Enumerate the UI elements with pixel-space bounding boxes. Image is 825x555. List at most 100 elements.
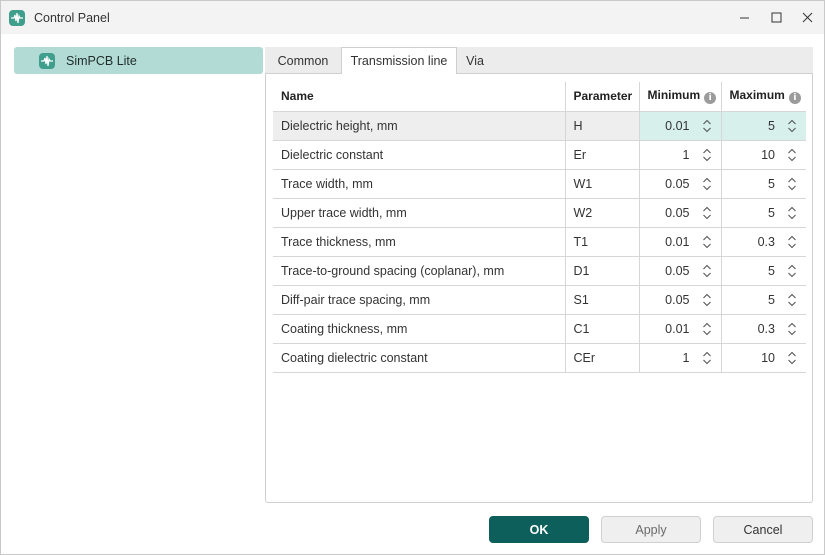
minimum-spinbox[interactable]: 0.01	[638, 227, 721, 257]
maximum-value: 0.3	[757, 321, 775, 336]
spinner-arrows-icon[interactable]	[702, 293, 712, 307]
table-row[interactable]: Trace-to-ground spacing (coplanar), mm D1…	[273, 256, 806, 286]
apply-button[interactable]: Apply	[601, 516, 701, 543]
maximum-spinbox[interactable]: 5	[720, 169, 806, 199]
minimum-value: 1	[682, 350, 690, 365]
table-row[interactable]: Upper trace width, mm W2 0.05 5	[273, 198, 806, 228]
minimum-spinbox[interactable]: 0.01	[638, 314, 721, 344]
window-title: Control Panel	[34, 11, 110, 25]
spinner-arrows-icon[interactable]	[702, 206, 712, 220]
cancel-button[interactable]: Cancel	[713, 516, 813, 543]
spinner-arrows-icon[interactable]	[702, 177, 712, 191]
ok-button[interactable]: OK	[489, 516, 589, 543]
minimize-button[interactable]	[728, 1, 760, 34]
column-header-name[interactable]: Name	[273, 82, 565, 112]
spinner-arrows-icon[interactable]	[787, 351, 797, 365]
minimum-value: 0.01	[665, 118, 690, 133]
cell-parameter: C1	[564, 314, 639, 344]
maximum-spinbox[interactable]: 5	[720, 111, 806, 141]
cell-name: Trace width, mm	[273, 169, 565, 199]
spinner-arrows-icon[interactable]	[787, 119, 797, 133]
cell-name: Coating thickness, mm	[273, 314, 565, 344]
cell-parameter: H	[564, 111, 639, 141]
maximum-spinbox[interactable]: 10	[720, 140, 806, 170]
info-icon[interactable]: i	[788, 92, 801, 105]
minimum-spinbox[interactable]: 1	[638, 343, 721, 373]
spinner-arrows-icon[interactable]	[702, 148, 712, 162]
cell-name: Trace thickness, mm	[273, 227, 565, 257]
spinner-arrows-icon[interactable]	[787, 177, 797, 191]
sidebar-item-label: SimPCB Lite	[66, 54, 137, 68]
maximum-value: 5	[768, 263, 775, 278]
title-bar: Control Panel	[1, 1, 824, 34]
minimum-spinbox[interactable]: 0.05	[638, 256, 721, 286]
minimum-spinbox[interactable]: 0.05	[638, 285, 721, 315]
cell-parameter: S1	[564, 285, 639, 315]
column-header-parameter[interactable]: Parameter	[564, 82, 639, 112]
cell-name: Dielectric height, mm	[273, 111, 565, 141]
spinner-arrows-icon[interactable]	[787, 148, 797, 162]
cell-parameter: T1	[564, 227, 639, 257]
cell-name: Trace-to-ground spacing (coplanar), mm	[273, 256, 565, 286]
cell-name: Coating dielectric constant	[273, 343, 565, 373]
maximize-button[interactable]	[760, 1, 792, 34]
table-row[interactable]: Diff-pair trace spacing, mm S1 0.05 5	[273, 285, 806, 315]
cell-parameter: CEr	[564, 343, 639, 373]
spinner-arrows-icon[interactable]	[787, 264, 797, 278]
minimum-value: 1	[682, 147, 690, 162]
sidebar-item-simpcb-lite[interactable]: SimPCB Lite	[14, 47, 263, 74]
table-row[interactable]: Trace thickness, mm T1 0.01 0.3	[273, 227, 806, 257]
spinner-arrows-icon[interactable]	[702, 322, 712, 336]
minimize-icon	[739, 17, 749, 19]
parameters-table: Name Parameter Minimum i Maximum i Dielect…	[273, 82, 806, 373]
spinner-arrows-icon[interactable]	[787, 322, 797, 336]
table-row[interactable]: Coating thickness, mm C1 0.01 0.3	[273, 314, 806, 344]
cell-parameter: Er	[564, 140, 639, 170]
maximum-spinbox[interactable]: 0.3	[720, 227, 806, 257]
table-row[interactable]: Dielectric height, mm H 0.01 5	[273, 111, 806, 141]
spinner-arrows-icon[interactable]	[702, 264, 712, 278]
tab-transmission-line[interactable]: Transmission line	[341, 47, 457, 75]
maximum-value: 10	[761, 147, 775, 162]
header-parameter-label: Parameter	[573, 89, 633, 104]
tab-bar: Common Transmission line Via	[265, 47, 813, 75]
maximum-spinbox[interactable]: 5	[720, 285, 806, 315]
spinner-arrows-icon[interactable]	[787, 235, 797, 249]
minimum-spinbox[interactable]: 0.05	[638, 198, 721, 228]
maximum-spinbox[interactable]: 10	[720, 343, 806, 373]
column-header-maximum[interactable]: Maximum i	[720, 82, 806, 112]
minimum-value: 0.01	[665, 234, 690, 249]
control-panel-window: Control Panel SimPCB Lite Common Transmi…	[0, 0, 825, 555]
maximum-spinbox[interactable]: 5	[720, 256, 806, 286]
transmission-line-panel: Name Parameter Minimum i Maximum i Dielect…	[265, 74, 813, 503]
cell-parameter: W2	[564, 198, 639, 228]
maximum-value: 0.3	[757, 234, 775, 249]
column-header-minimum[interactable]: Minimum i	[638, 82, 721, 112]
tab-common[interactable]: Common	[265, 47, 341, 74]
info-icon[interactable]: i	[704, 92, 717, 105]
spinner-arrows-icon[interactable]	[702, 119, 712, 133]
minimum-spinbox[interactable]: 1	[638, 140, 721, 170]
table-row[interactable]: Dielectric constant Er 1 10	[273, 140, 806, 170]
maximum-value: 5	[768, 118, 775, 133]
maximum-value: 5	[768, 292, 775, 307]
maximum-spinbox[interactable]: 0.3	[720, 314, 806, 344]
spinner-arrows-icon[interactable]	[787, 206, 797, 220]
minimum-spinbox[interactable]: 0.01	[638, 111, 721, 141]
maximum-value: 10	[761, 350, 775, 365]
cell-name: Dielectric constant	[273, 140, 565, 170]
header-minimum-label: Minimum	[647, 88, 701, 103]
table-row[interactable]: Coating dielectric constant CEr 1 10	[273, 343, 806, 373]
minimum-value: 0.05	[665, 263, 690, 278]
spinner-arrows-icon[interactable]	[787, 293, 797, 307]
maximum-value: 5	[768, 205, 775, 220]
cell-name: Upper trace width, mm	[273, 198, 565, 228]
close-button[interactable]	[791, 1, 823, 34]
table-row[interactable]: Trace width, mm W1 0.05 5	[273, 169, 806, 199]
spinner-arrows-icon[interactable]	[702, 235, 712, 249]
tab-via[interactable]: Via	[457, 47, 493, 74]
cell-parameter: D1	[564, 256, 639, 286]
maximum-spinbox[interactable]: 5	[720, 198, 806, 228]
spinner-arrows-icon[interactable]	[702, 351, 712, 365]
minimum-spinbox[interactable]: 0.05	[638, 169, 721, 199]
